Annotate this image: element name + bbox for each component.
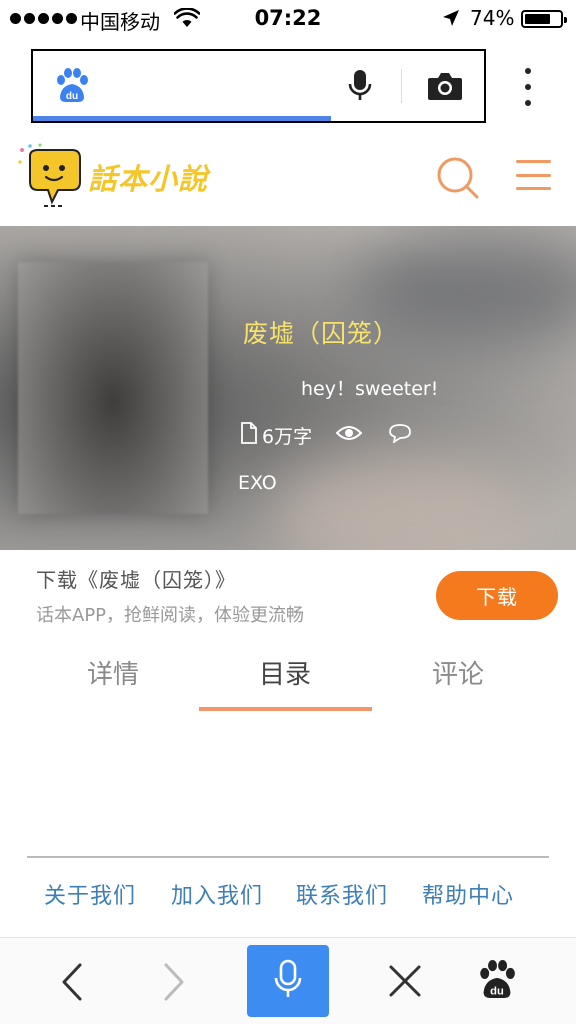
svg-text:du: du — [490, 986, 504, 998]
wifi-icon — [173, 7, 201, 32]
status-bar: 中国移动 07:22 74% — [0, 0, 576, 38]
footer-link-join[interactable]: 加入我们 — [171, 878, 263, 910]
eye-icon — [335, 424, 363, 447]
menu-icon[interactable] — [516, 160, 551, 190]
download-subtitle: 话本APP，抢鲜阅读，体验更流畅 — [36, 605, 305, 626]
browser-search-box[interactable]: du — [31, 49, 486, 123]
site-logo-icon[interactable] — [16, 142, 88, 212]
book-title: 废墟（囚笼） — [243, 319, 400, 348]
battery-icon — [521, 10, 567, 28]
download-title: 下载《废墟（囚笼）》 — [36, 568, 236, 592]
battery-percentage: 74% — [470, 6, 515, 30]
book-hero: 废墟（囚笼） hey！sweeter! 6万字 EXO — [0, 226, 576, 550]
download-button[interactable]: 下载 — [436, 571, 558, 620]
footer-link-help[interactable]: 帮助中心 — [422, 878, 514, 910]
back-icon[interactable] — [58, 962, 88, 1006]
search-divider — [401, 69, 402, 103]
close-icon[interactable] — [388, 964, 422, 1002]
location-arrow-icon — [442, 9, 460, 31]
footer-links: 关于我们 加入我们 联系我们 帮助中心 — [0, 878, 576, 918]
svg-text:du: du — [66, 91, 78, 102]
microphone-icon[interactable] — [347, 69, 373, 107]
word-count: 6万字 — [262, 426, 313, 448]
baidu-paw-icon[interactable]: du — [55, 67, 89, 107]
site-header: 話本小說 — [0, 126, 576, 226]
footer-divider — [27, 856, 549, 858]
download-banner: 下载《废墟（囚笼）》 话本APP，抢鲜阅读，体验更流畅 下载 — [0, 550, 576, 640]
forward-icon[interactable] — [158, 962, 188, 1006]
book-author[interactable]: EXO — [238, 472, 277, 494]
book-tagline: hey！sweeter! — [301, 378, 439, 400]
voice-search-button[interactable] — [247, 945, 329, 1017]
tab-details[interactable]: 详情 — [27, 654, 199, 691]
voice-icon — [273, 959, 303, 1003]
camera-icon[interactable] — [427, 71, 463, 105]
browser-toolbar: du — [0, 937, 576, 1024]
book-stats: 6万字 — [240, 422, 412, 449]
tab-bar: 详情 目录 评论 — [0, 650, 576, 712]
search-icon[interactable] — [436, 156, 480, 204]
tab-catalog[interactable]: 目录 — [199, 654, 371, 691]
site-name[interactable]: 話本小說 — [88, 156, 208, 198]
more-vertical-icon[interactable] — [520, 68, 536, 106]
book-cover[interactable] — [18, 262, 208, 514]
carrier-name: 中国移动 — [80, 10, 160, 34]
footer-link-contact[interactable]: 联系我们 — [296, 878, 388, 910]
tab-comments[interactable]: 评论 — [372, 654, 544, 691]
comment-icon — [388, 423, 412, 448]
baidu-icon[interactable]: du — [478, 958, 516, 1004]
page-load-progress — [33, 116, 331, 121]
active-tab-indicator — [199, 707, 372, 711]
signal-strength-icon — [10, 13, 77, 24]
footer-link-about[interactable]: 关于我们 — [44, 878, 136, 910]
search-input[interactable] — [105, 67, 355, 103]
document-icon — [240, 422, 258, 449]
